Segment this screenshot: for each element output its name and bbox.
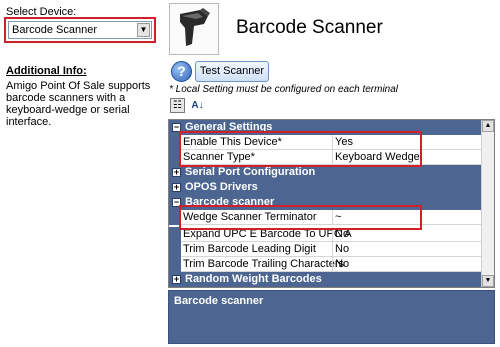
page-title: Barcode Scanner xyxy=(236,17,383,38)
category-serial-port[interactable]: + Serial Port Configuration xyxy=(169,165,481,180)
category-random-weight[interactable]: + Random Weight Barcodes xyxy=(169,272,481,287)
scroll-down-icon[interactable]: ▼ xyxy=(482,275,494,287)
category-label: Serial Port Configuration xyxy=(185,166,316,178)
question-icon[interactable]: ? xyxy=(171,61,192,82)
property-value[interactable]: No xyxy=(335,243,349,255)
category-opos-drivers[interactable]: + OPOS Drivers xyxy=(169,180,481,195)
description-panel: Barcode scanner xyxy=(168,290,495,344)
scroll-up-icon[interactable]: ▲ xyxy=(482,120,494,132)
category-label: Random Weight Barcodes xyxy=(185,273,322,285)
test-scanner-button[interactable]: Test Scanner xyxy=(195,61,269,82)
description-title: Barcode scanner xyxy=(174,295,264,307)
property-name: Trim Barcode Leading Digit xyxy=(183,243,316,255)
local-setting-note: * Local Setting must be configured on ea… xyxy=(169,84,399,95)
property-row-trim-leading[interactable]: Trim Barcode Leading Digit No xyxy=(169,242,481,257)
additional-info-title: Additional Info: xyxy=(6,65,87,77)
property-value[interactable]: No xyxy=(335,258,349,270)
highlight-box-select xyxy=(4,17,156,43)
additional-info-text: Amigo Point Of Sale supports barcode sca… xyxy=(6,80,151,128)
property-name: Trim Barcode Trailing Characters xyxy=(183,258,344,270)
expand-icon[interactable]: + xyxy=(172,275,181,284)
expand-icon[interactable]: + xyxy=(172,168,181,177)
expand-icon[interactable]: + xyxy=(172,183,181,192)
category-label: OPOS Drivers xyxy=(185,181,258,193)
property-row-trim-trailing[interactable]: Trim Barcode Trailing Characters No xyxy=(169,257,481,272)
sort-alphabetical-icon[interactable]: A↓ xyxy=(190,98,205,113)
vertical-scrollbar[interactable]: ▲ ▼ xyxy=(481,120,494,287)
highlight-box-terminator xyxy=(179,205,422,230)
barcode-scanner-image xyxy=(169,3,219,55)
categorized-view-icon[interactable]: ☷ xyxy=(170,98,185,113)
highlight-box-general xyxy=(179,131,422,167)
